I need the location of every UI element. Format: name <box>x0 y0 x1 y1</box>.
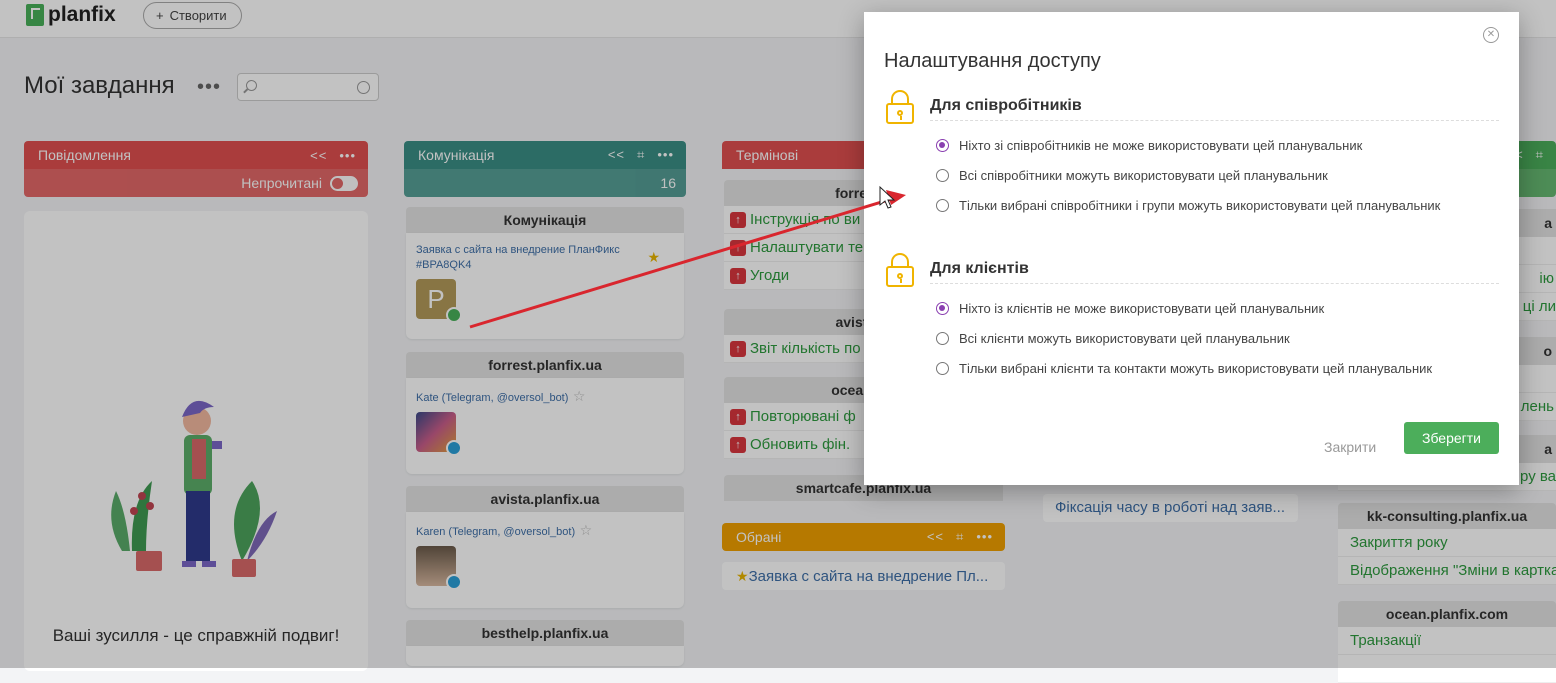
radio-button[interactable] <box>936 362 949 375</box>
clients-section: Для клієнтів Ніхто із клієнтів не може в… <box>884 253 1499 393</box>
radio-button-selected[interactable] <box>936 139 949 152</box>
radio-button[interactable] <box>936 169 949 182</box>
close-button[interactable]: Закрити <box>1324 439 1376 455</box>
radio-option[interactable]: Всі клієнти можуть використовувати цей п… <box>936 331 1290 346</box>
section-title: Для клієнтів <box>930 260 1029 277</box>
employees-section: Для співробітників Ніхто зі співробітник… <box>884 90 1499 230</box>
app: planfix + Створити Мої завдання ••• Пові… <box>0 0 1556 683</box>
radio-option[interactable]: Тільки вибрані співробітники і групи мож… <box>936 198 1440 213</box>
lock-icon <box>884 253 916 287</box>
radio-option[interactable]: Всі співробітники можуть використовувати… <box>936 168 1328 183</box>
radio-option[interactable]: Ніхто зі співробітників не може використ… <box>936 138 1362 153</box>
lock-icon <box>884 90 916 124</box>
divider <box>930 283 1499 284</box>
section-title: Для співробітників <box>930 97 1082 114</box>
close-icon[interactable]: ✕ <box>1483 27 1499 43</box>
save-button[interactable]: Зберегти <box>1404 422 1499 454</box>
radio-option[interactable]: Тільки вибрані клієнти та контакти можут… <box>936 361 1432 376</box>
divider <box>930 120 1499 121</box>
radio-option[interactable]: Ніхто із клієнтів не може використовуват… <box>936 301 1324 316</box>
radio-button-selected[interactable] <box>936 302 949 315</box>
radio-button[interactable] <box>936 199 949 212</box>
dialog-title: Налаштування доступу <box>884 50 1101 72</box>
access-settings-dialog: ✕ Налаштування доступу Для співробітникі… <box>864 12 1519 485</box>
radio-button[interactable] <box>936 332 949 345</box>
